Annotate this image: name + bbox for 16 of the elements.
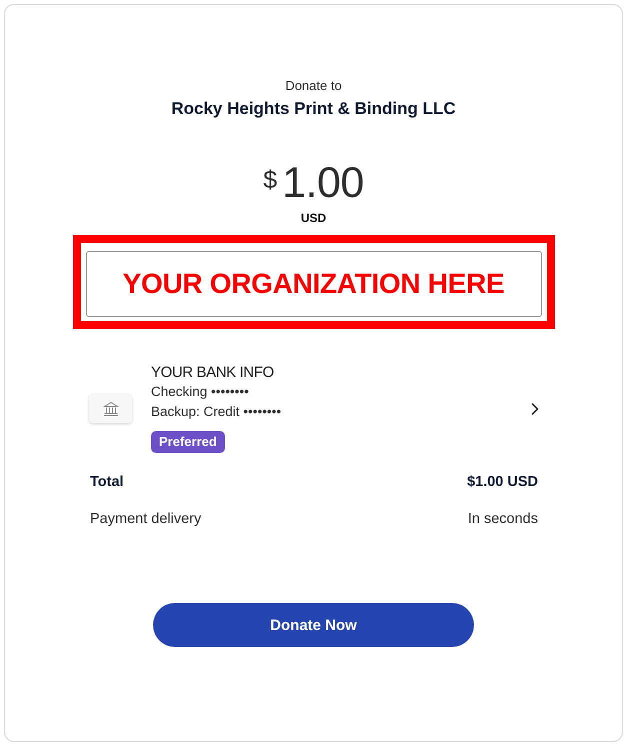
bank-name: YOUR BANK INFO	[151, 364, 274, 382]
organization-field[interactable]: YOUR ORGANIZATION HERE	[86, 251, 542, 317]
bank-icon	[89, 394, 132, 423]
summary-value: $1.00 USD	[467, 473, 538, 491]
summary-label: Payment delivery	[90, 510, 202, 528]
preferred-badge: Preferred	[151, 431, 225, 453]
recipient-name: Rocky Heights Print & Binding LLC	[171, 98, 456, 120]
account-line: Checking ••••••••	[151, 383, 249, 401]
donate-now-button[interactable]: Donate Now	[153, 603, 474, 647]
account-line: Backup: Credit ••••••••	[151, 403, 282, 421]
currency-symbol: $	[263, 165, 278, 195]
summary-value: In seconds	[468, 510, 538, 528]
currency-code: USD	[300, 211, 326, 225]
amount-value: 1.00	[282, 159, 364, 207]
donate-to-label: Donate to	[285, 78, 342, 94]
summary-label: Total	[90, 473, 124, 491]
